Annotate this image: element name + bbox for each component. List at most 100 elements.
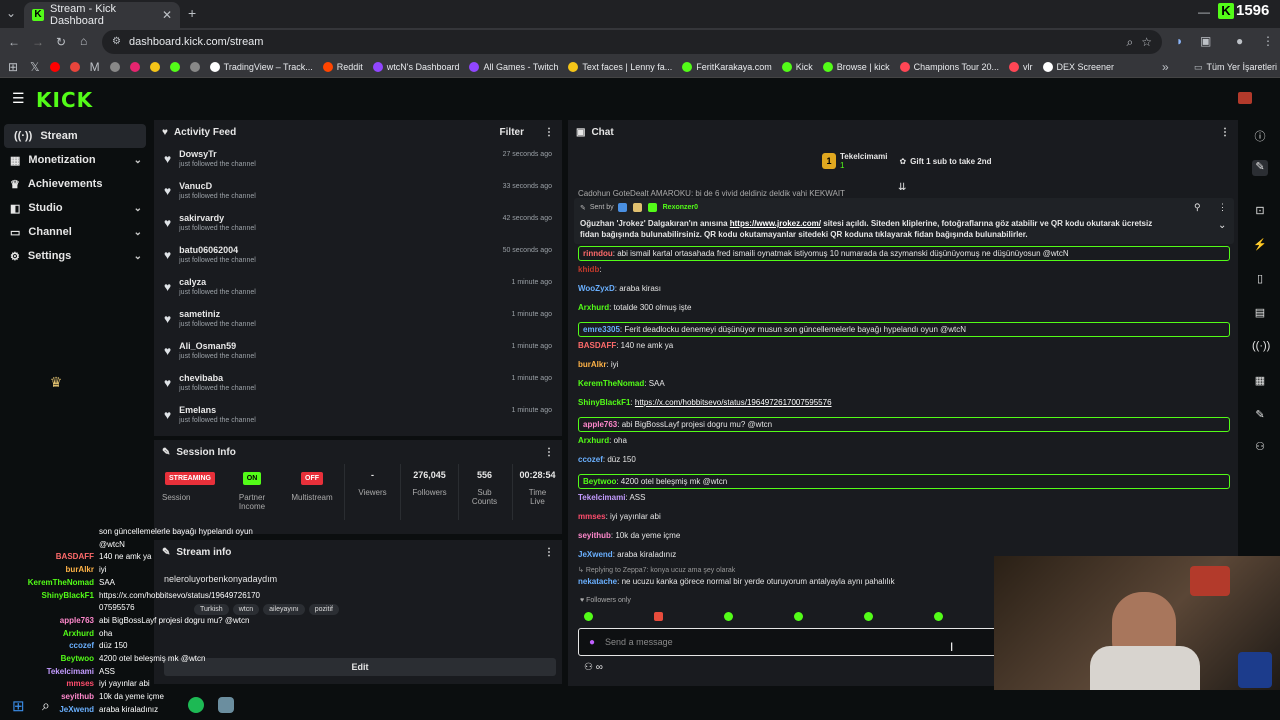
- user-avatar[interactable]: [1238, 92, 1252, 104]
- close-tab-icon[interactable]: ✕: [162, 9, 172, 21]
- bookmark-all-games[interactable]: All Games - Twitch: [469, 61, 558, 72]
- pinned-by-user[interactable]: Rexonzer0: [663, 204, 698, 211]
- bookmark-icon[interactable]: [129, 61, 140, 72]
- chat-username[interactable]: emre3305: [583, 325, 620, 334]
- taskbar-search-icon[interactable]: ⌕: [42, 697, 50, 714]
- chat-username[interactable]: khidb: [578, 265, 599, 274]
- chat-username[interactable]: ccozef: [578, 455, 603, 464]
- sidebar-item-stream[interactable]: ((·)) Stream: [4, 124, 146, 148]
- pinned-menu-icon[interactable]: ⋮: [1218, 202, 1227, 213]
- youtube-icon[interactable]: [49, 61, 60, 72]
- browser-tab[interactable]: K Stream - Kick Dashboard ✕: [24, 2, 180, 28]
- bookmark-icon[interactable]: [109, 61, 120, 72]
- bookmark-kick[interactable]: Kick: [781, 61, 813, 72]
- bookmark-vlr[interactable]: vlr: [1009, 61, 1033, 72]
- multistream-off-badge[interactable]: OFF: [301, 472, 323, 485]
- new-tab-icon[interactable]: +: [188, 6, 196, 20]
- pinned-link[interactable]: https://www.jrokez.com/: [730, 219, 821, 228]
- bookmark-star-icon[interactable]: ☆: [1141, 36, 1152, 48]
- chat-menu-icon[interactable]: ⋮: [1220, 127, 1230, 138]
- chat-username[interactable]: JeXwend: [578, 550, 613, 559]
- bookmark-icon[interactable]: [149, 61, 160, 72]
- filter-button[interactable]: Filter: [500, 127, 524, 138]
- emote-icon[interactable]: [584, 612, 593, 621]
- follower-name[interactable]: calyza: [179, 277, 256, 287]
- tab-search-icon[interactable]: ⌄: [6, 7, 16, 19]
- site-info-icon[interactable]: ⚙: [112, 37, 121, 47]
- zoom-icon[interactable]: ⌕: [1127, 36, 1134, 48]
- feed-item[interactable]: ♥ sakirvardy just followed the channel 42 s…: [154, 208, 562, 240]
- sidebar-item-achievements[interactable]: ♛ Achievements: [0, 172, 150, 196]
- sidebar-item-channel[interactable]: ▭ Channel ⌄: [0, 220, 150, 244]
- emote-icon[interactable]: [864, 612, 873, 621]
- bookmark-feritkarakaya[interactable]: FeritKarakaya.com: [682, 61, 772, 72]
- wrench-icon[interactable]: ✎: [1252, 408, 1268, 424]
- follower-name[interactable]: sakirvardy: [179, 213, 256, 223]
- bookmark-icon[interactable]: [169, 61, 180, 72]
- minimize-icon[interactable]: —: [1198, 6, 1210, 18]
- gift-leaderboard[interactable]: 1 Tekelcimami 1 ✿ Gift 1 sub to take 2nd: [822, 152, 991, 170]
- bookmark-champions-tour[interactable]: Champions Tour 20...: [899, 61, 999, 72]
- chat-username[interactable]: Tekelcimami: [578, 493, 625, 502]
- bookmark-icon[interactable]: [69, 61, 80, 72]
- kick-logo[interactable]: KICK: [36, 88, 93, 112]
- chat-username[interactable]: rinndou: [583, 249, 613, 258]
- chat-username[interactable]: burAlkr: [578, 360, 606, 369]
- stream-tag[interactable]: aileyayını: [263, 604, 305, 615]
- chat-input[interactable]: ● Send a message: [578, 628, 998, 656]
- feed-item[interactable]: ♥ VanucD just followed the channel 33 secon…: [154, 176, 562, 208]
- feed-item[interactable]: ♥ chevibaba just followed the channel 1 min…: [154, 368, 562, 400]
- bookmark-dex-screener[interactable]: DEX Screener: [1042, 61, 1114, 72]
- gmail-icon[interactable]: M: [90, 61, 100, 73]
- x-icon[interactable]: 𝕏: [30, 61, 40, 73]
- chat-icon[interactable]: ▤: [1252, 306, 1268, 322]
- home-icon[interactable]: ⌂: [80, 35, 87, 47]
- chat-username[interactable]: seyithub: [578, 531, 611, 540]
- windows-start-icon[interactable]: ⊞: [12, 697, 25, 715]
- bookmark-wtcn-dashboard[interactable]: wtcN's Dashboard: [372, 61, 459, 72]
- emote-icon[interactable]: [724, 612, 733, 621]
- address-bar[interactable]: ⚙ dashboard.kick.com/stream ⌕ ☆: [102, 30, 1162, 54]
- follower-name[interactable]: Emelans: [179, 405, 256, 415]
- users-icon[interactable]: ⚇: [584, 662, 593, 673]
- document-icon[interactable]: ▯: [1252, 272, 1268, 288]
- stream-tag[interactable]: pozitif: [308, 604, 339, 615]
- unpin-icon[interactable]: ⚲: [1194, 202, 1201, 213]
- partner-on-badge[interactable]: ON: [242, 472, 262, 485]
- activity-menu-icon[interactable]: ⋮: [544, 127, 554, 138]
- session-menu-icon[interactable]: ⋮: [544, 447, 554, 458]
- forward-icon[interactable]: →: [32, 36, 44, 48]
- bookmark-icon[interactable]: [189, 61, 200, 72]
- menu-kebab-icon[interactable]: ⋮: [1262, 35, 1274, 47]
- reload-icon[interactable]: ↻: [56, 36, 66, 48]
- microphone-icon[interactable]: ●: [589, 637, 595, 648]
- edit-icon[interactable]: ✎: [1252, 160, 1268, 176]
- reply-user[interactable]: nekatache: [578, 577, 617, 586]
- bookmark-tradingview[interactable]: TradingView – Track...: [209, 61, 313, 72]
- infinity-icon[interactable]: ∞: [596, 662, 603, 673]
- bookmark-reddit[interactable]: Reddit: [322, 61, 363, 72]
- profile-avatar-icon[interactable]: ●: [1236, 35, 1243, 47]
- sidebar-item-settings[interactable]: ⚙ Settings ⌄: [0, 244, 150, 268]
- extensions-puzzle-icon[interactable]: ▣: [1200, 35, 1211, 47]
- feed-item[interactable]: ♥ calyza just followed the channel 1 minute…: [154, 272, 562, 304]
- chat-username[interactable]: apple763: [583, 420, 617, 429]
- back-icon[interactable]: ←: [8, 36, 20, 48]
- sidebar-item-studio[interactable]: ◧ Studio ⌄: [0, 196, 150, 220]
- apps-grid-icon[interactable]: ⊞: [8, 61, 18, 73]
- info-icon[interactable]: ⓘ: [1252, 128, 1268, 144]
- spotify-icon[interactable]: [188, 697, 204, 713]
- feed-item[interactable]: ♥ sametiniz just followed the channel 1 min…: [154, 304, 562, 336]
- layout-icon[interactable]: ▦: [1252, 374, 1268, 390]
- follower-name[interactable]: batu06062004: [179, 245, 256, 255]
- bookmark-text-faces[interactable]: Text faces | Lenny fa...: [568, 61, 672, 72]
- stream-info-menu-icon[interactable]: ⋮: [544, 547, 554, 558]
- chat-username[interactable]: mmses: [578, 512, 606, 521]
- chat-username[interactable]: KeremTheNomad: [578, 379, 644, 388]
- broadcast-icon[interactable]: ((·)): [1252, 340, 1270, 356]
- feed-item[interactable]: ♥ batu06062004 just followed the channel 50…: [154, 240, 562, 272]
- chat-username[interactable]: WooZyxD: [578, 284, 615, 293]
- chat-username[interactable]: BASDAFF: [578, 341, 616, 350]
- follower-name[interactable]: DowsyTr: [179, 149, 256, 159]
- hamburger-menu-icon[interactable]: ☰: [12, 91, 25, 105]
